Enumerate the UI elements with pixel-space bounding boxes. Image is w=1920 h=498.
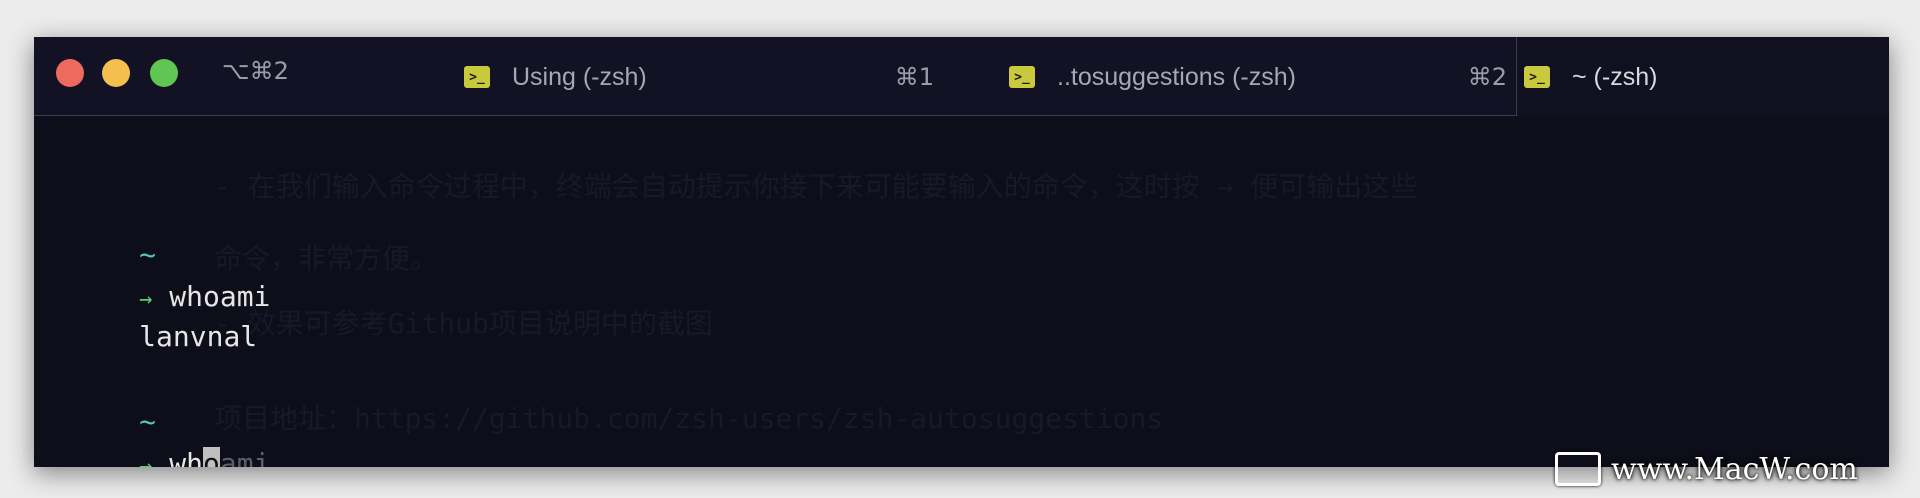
close-button[interactable] [56, 59, 84, 87]
terminal-content[interactable]: - 在我们输入命令过程中，终端会自动提示你接下来可能要输入的命令，这时按 → 便… [34, 117, 1889, 467]
monitor-icon [1555, 452, 1601, 486]
terminal-icon: >_ [1524, 66, 1550, 88]
autosuggestion-text: ami [219, 447, 271, 467]
terminal-icon: >_ [464, 66, 490, 88]
terminal-input-line[interactable]: → whoami [38, 414, 270, 467]
tab-shortcut: ⌘1 [894, 63, 934, 91]
background-text-line: - 效果可参考Github项目说明中的截图 [214, 307, 713, 340]
tab-title: Using (-zsh) [512, 62, 647, 91]
tab-home[interactable]: >_ ~ (-zsh) [1524, 37, 1889, 117]
watermark: www.MacW.com [1555, 449, 1858, 489]
title-bar[interactable]: ⌥⌘2 >_ Using (-zsh) ⌘1 >_ ..tosuggestion… [34, 37, 1889, 117]
watermark-text: www.MacW.com [1611, 451, 1858, 487]
prompt-arrow-icon: → [139, 454, 153, 467]
background-text-line: 项目地址：https://github.com/zsh-users/zsh-au… [214, 402, 1164, 435]
window-shortcut: ⌥⌘2 [222, 57, 289, 85]
terminal-window: ⌥⌘2 >_ Using (-zsh) ⌘1 >_ ..tosuggestion… [34, 37, 1889, 467]
typed-text: wh [169, 447, 203, 467]
tab-title: ~ (-zsh) [1572, 62, 1658, 91]
tab-title: ..tosuggestions (-zsh) [1057, 62, 1296, 91]
zoom-button[interactable] [150, 59, 178, 87]
terminal-icon: >_ [1009, 66, 1035, 88]
minimize-button[interactable] [102, 59, 130, 87]
command-output: lanvnal [139, 320, 258, 353]
background-text-line: - 在我们输入命令过程中，终端会自动提示你接下来可能要输入的命令，这时按 → 便… [214, 170, 1419, 203]
tab-autosuggestions[interactable]: >_ ..tosuggestions (-zsh) ⌘2 [1009, 37, 1507, 117]
tab-using[interactable]: >_ Using (-zsh) ⌘1 [464, 37, 934, 117]
tab-shortcut: ⌘2 [1467, 63, 1507, 91]
text-cursor: o [202, 447, 220, 467]
